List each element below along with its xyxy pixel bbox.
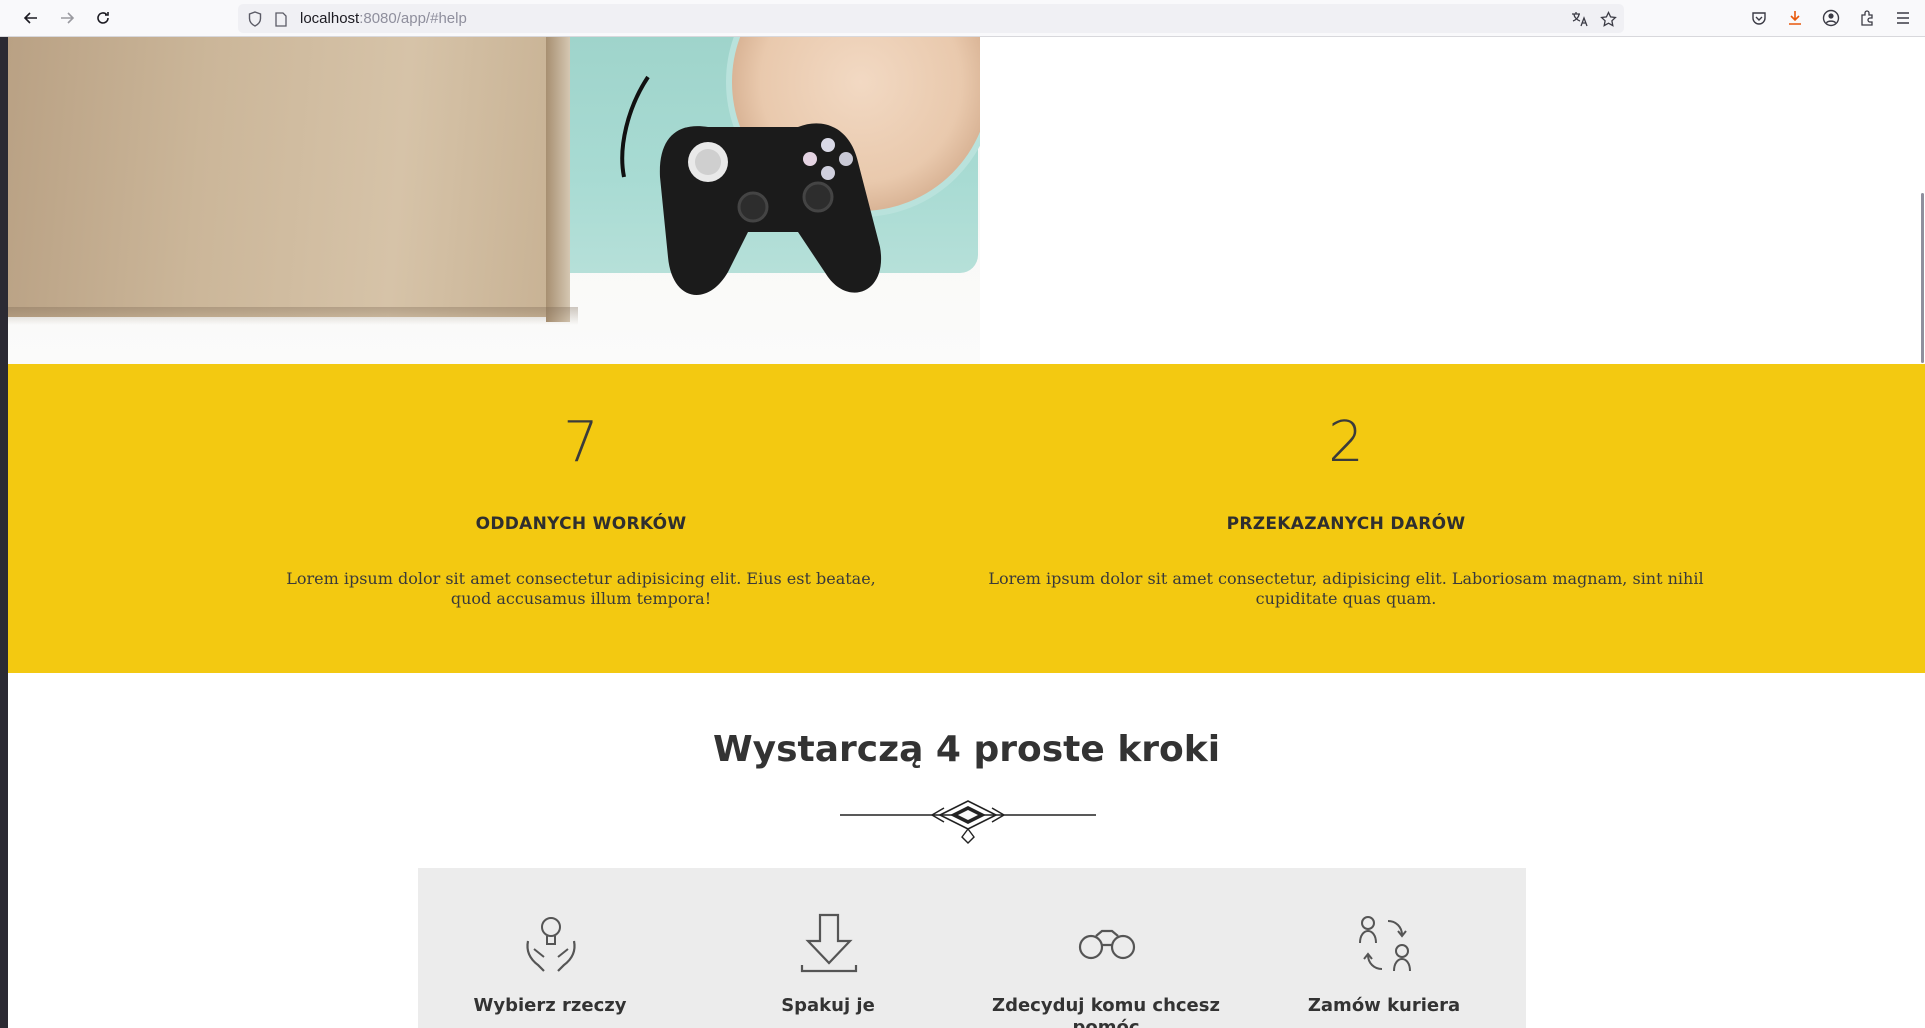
page-viewport: 7 ODDANYCH WORKÓW Lorem ipsum dolor sit … (8, 37, 1925, 1028)
arrow-left-icon (23, 12, 37, 24)
account-icon[interactable] (1819, 6, 1843, 30)
stat-label: ODDANYCH WORKÓW (475, 514, 687, 534)
reload-icon (97, 12, 109, 24)
steps-panel: Wybierz rzeczy Spakuj je Zdecyduj komu c… (418, 868, 1526, 1028)
cardboard-box-edge (546, 37, 570, 322)
address-bar[interactable]: localhost:8080/app/#help (238, 4, 1624, 33)
steps-title: Wystarczą 4 proste kroki (712, 729, 1221, 770)
box-shadow (8, 307, 578, 325)
gamepad-image (620, 75, 882, 295)
menu-icon[interactable] (1891, 6, 1915, 30)
reload-button[interactable] (90, 5, 116, 31)
step-label: Zdecyduj komu chcesz pomóc (992, 995, 1220, 1028)
step-label: Wybierz rzeczy (473, 995, 627, 1016)
stat-description: Lorem ipsum dolor sit amet consectetur a… (286, 569, 876, 608)
forward-button[interactable] (54, 5, 80, 31)
people-exchange-icon (1359, 916, 1411, 972)
page-icon[interactable] (272, 10, 290, 28)
sidebar-edge (0, 37, 8, 1028)
cardboard-box-shape (8, 37, 561, 317)
hero-image (8, 37, 980, 364)
back-button[interactable] (18, 5, 44, 31)
url-text[interactable]: localhost:8080/app/#help (300, 10, 467, 27)
extensions-icon[interactable] (1855, 6, 1879, 30)
hands-lightbulb-icon (526, 917, 576, 972)
shield-icon[interactable] (246, 10, 264, 28)
download-arrow-icon (800, 913, 858, 973)
browser-toolbar: localhost:8080/app/#help (0, 0, 1925, 37)
stat-number: 7 (563, 410, 599, 475)
bookmark-star-icon[interactable] (1598, 9, 1618, 29)
stat-number: 2 (1328, 410, 1364, 475)
step-label: Spakuj je (781, 995, 875, 1016)
binoculars-icon (1078, 929, 1136, 960)
step-label: Zamów kuriera (1307, 995, 1461, 1016)
ornament-divider-icon (840, 800, 1096, 844)
stat-label: PRZEKAZANYCH DARÓW (1226, 514, 1466, 534)
scrollbar[interactable] (1921, 193, 1924, 363)
stat-description: Lorem ipsum dolor sit amet consectetur, … (988, 569, 1704, 608)
arrow-right-icon (61, 12, 75, 24)
pocket-icon[interactable] (1747, 6, 1771, 30)
translate-icon[interactable] (1570, 9, 1590, 29)
stats-section: 7 ODDANYCH WORKÓW Lorem ipsum dolor sit … (8, 364, 1925, 673)
downloads-icon[interactable] (1783, 6, 1807, 30)
